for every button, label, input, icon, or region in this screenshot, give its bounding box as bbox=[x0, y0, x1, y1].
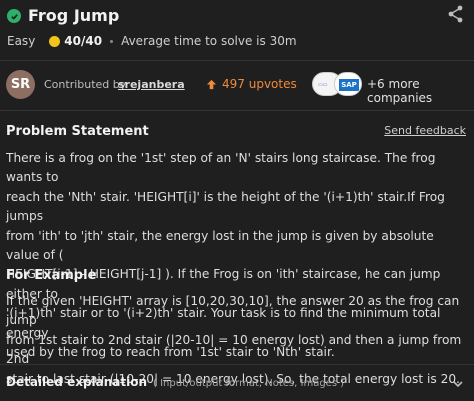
example-heading: For Example bbox=[6, 268, 97, 283]
contributed-by-label: Contributed by bbox=[44, 78, 127, 91]
chevron-down-icon[interactable] bbox=[452, 378, 464, 390]
divider bbox=[0, 364, 474, 365]
detailed-explanation-label: Detailed explanation bbox=[6, 375, 148, 389]
coin-icon bbox=[49, 35, 61, 47]
solved-check-icon bbox=[7, 9, 21, 23]
avatar: SR bbox=[6, 70, 35, 99]
contributor-bar: SR Contributed by srejanbera 497 upvotes… bbox=[0, 62, 474, 107]
company-logo-1-mark: ▭▭ bbox=[318, 82, 328, 88]
example-line: If the given 'HEIGHT' array is [10,20,30… bbox=[6, 294, 460, 328]
sap-logo-mark: SAP bbox=[339, 79, 359, 91]
problem-title: Frog Jump bbox=[28, 6, 120, 25]
more-companies-link[interactable]: +6 more companies bbox=[367, 77, 474, 105]
problem-meta: Easy 40/40 Average time to solve is 30m bbox=[7, 34, 297, 48]
contributor-name-link[interactable]: srejanbera bbox=[118, 78, 185, 91]
company-logos[interactable]: ▭▭ SAP bbox=[312, 72, 362, 96]
detailed-explanation-sublabel: ( Input/output format, Notes, Images ) bbox=[153, 378, 345, 389]
statement-line: There is a frog on the '1st' step of an … bbox=[6, 151, 436, 185]
divider bbox=[0, 60, 474, 61]
separator-dot bbox=[110, 39, 114, 43]
divider bbox=[0, 110, 474, 111]
avg-time-label: Average time to solve is 30m bbox=[121, 34, 297, 48]
upvote-button[interactable]: 497 upvotes bbox=[206, 77, 297, 91]
score-label: 40/40 bbox=[64, 34, 103, 48]
problem-statement-heading: Problem Statement bbox=[6, 124, 149, 139]
problem-header: Frog Jump Easy 40/40 Average time to sol… bbox=[0, 0, 474, 60]
arrow-up-icon bbox=[206, 79, 217, 89]
sap-logo: SAP bbox=[334, 72, 362, 96]
statement-line: from 'ith' to 'jth' stair, the energy lo… bbox=[6, 228, 434, 263]
share-icon[interactable] bbox=[446, 4, 466, 24]
send-feedback-link[interactable]: Send feedback bbox=[384, 124, 466, 137]
detailed-explanation-toggle[interactable]: Detailed explanation ( Input/output form… bbox=[6, 375, 344, 389]
upvote-count: 497 upvotes bbox=[222, 77, 297, 91]
statement-line: reach the 'Nth' stair. 'HEIGHT[i]' is th… bbox=[6, 189, 445, 224]
difficulty-label: Easy bbox=[7, 34, 36, 48]
